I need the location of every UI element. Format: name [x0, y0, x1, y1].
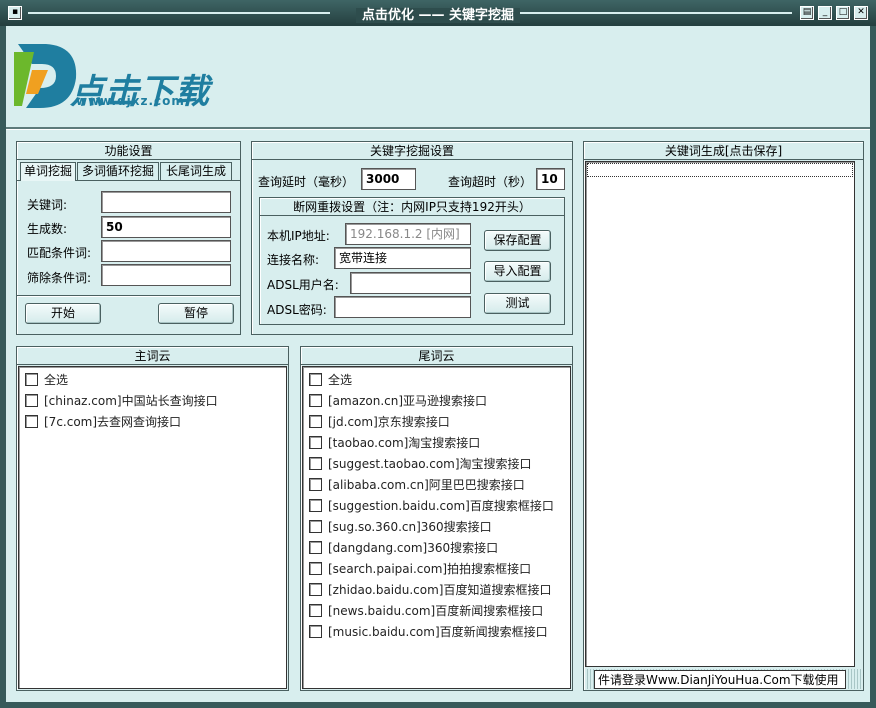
function-settings-panel: 功能设置 单词挖掘 多词循环挖掘 长尾词生成 关键词: 生成数: 50 匹配条件… — [16, 141, 241, 335]
adsl-user-input[interactable] — [350, 272, 471, 294]
tail-cloud-item[interactable]: [sug.so.360.cn]360搜索接口 — [309, 516, 492, 536]
checkbox[interactable] — [309, 414, 322, 428]
checkbox[interactable] — [309, 456, 322, 470]
match-label: 匹配条件词: — [27, 246, 92, 260]
checkbox[interactable] — [309, 498, 322, 512]
adsl-password-label: ADSL密码: — [267, 303, 327, 317]
match-input[interactable] — [101, 240, 231, 262]
title-bar[interactable]: ▪ 点击优化 —— 关键字挖掘 ▤ _ □ ✕ — [0, 0, 876, 26]
delay-label: 查询延时（毫秒） — [258, 175, 355, 189]
tab-single-word[interactable]: 单词挖掘 — [20, 162, 76, 181]
checkbox[interactable] — [309, 372, 322, 386]
connection-label: 连接名称: — [267, 253, 320, 267]
checkbox[interactable] — [309, 624, 322, 638]
result-list[interactable] — [585, 161, 855, 667]
tab-long-tail[interactable]: 长尾词生成 — [160, 162, 232, 180]
main-cloud-item[interactable]: [7c.com]去查网查询接口 — [25, 411, 181, 431]
redial-settings-title: 断网重拨设置（注：内网IP只支持192开头） — [260, 198, 564, 216]
keyword-result-panel: 关键词生成[点击保存] 件请登录Www.DianJiYouHua.Com下载使用 — [583, 141, 864, 691]
checkbox[interactable] — [309, 519, 322, 533]
mining-settings-panel: 关键字挖掘设置 查询延时（毫秒） 3000 查询超时（秒） 10 断网重拨设置（… — [251, 141, 573, 335]
test-button[interactable]: 测试 — [484, 293, 551, 314]
connection-input[interactable]: 宽带连接 — [334, 247, 471, 269]
maximize-icon[interactable]: □ — [836, 6, 850, 20]
adsl-user-label: ADSL用户名: — [267, 278, 339, 292]
tail-cloud-title: 尾词云 — [301, 347, 572, 365]
ip-label: 本机IP地址: — [267, 229, 330, 243]
tail-cloud-item[interactable]: [alibaba.com.cn]阿里巴巴搜索接口 — [309, 474, 525, 494]
checkbox[interactable] — [309, 582, 322, 596]
checkbox[interactable] — [25, 372, 38, 386]
checkbox[interactable] — [309, 561, 322, 575]
status-text: 件请登录Www.DianJiYouHua.Com下载使用 — [594, 670, 846, 689]
redial-settings-panel: 断网重拨设置（注：内网IP只支持192开头） 本机IP地址: 192.168.1… — [259, 197, 565, 325]
checkbox[interactable] — [25, 414, 38, 428]
tail-cloud-item[interactable]: [dangdang.com]360搜索接口 — [309, 537, 498, 557]
tail-cloud-item[interactable]: [jd.com]京东搜索接口 — [309, 411, 450, 431]
tail-cloud-item[interactable]: [suggestion.baidu.com]百度搜索框接口 — [309, 495, 554, 515]
tail-cloud-panel: 尾词云 全选 [amazon.cn]亚马逊搜索接口 [jd.com]京东搜索接口… — [300, 346, 573, 691]
checkbox[interactable] — [309, 477, 322, 491]
checkbox[interactable] — [309, 603, 322, 617]
tail-cloud-item[interactable]: [taobao.com]淘宝搜索接口 — [309, 432, 480, 452]
result-list-focus-row — [587, 163, 853, 177]
checkbox[interactable] — [309, 435, 322, 449]
rollup-icon[interactable]: ▤ — [800, 6, 814, 20]
tail-cloud-list: 全选 [amazon.cn]亚马逊搜索接口 [jd.com]京东搜索接口 [ta… — [302, 366, 571, 689]
pause-button[interactable]: 暂停 — [158, 303, 234, 324]
timeout-input[interactable]: 10 — [536, 168, 565, 190]
timeout-label: 查询超时（秒） — [448, 175, 533, 189]
filter-input[interactable] — [101, 264, 231, 286]
mining-settings-title: 关键字挖掘设置 — [252, 142, 572, 160]
client-area: 点击下载 www.djxz.com 功能设置 单词挖掘 多词循环挖掘 长尾词生成… — [6, 26, 870, 702]
tail-cloud-item[interactable]: [zhidao.baidu.com]百度知道搜索框接口 — [309, 579, 552, 599]
main-cloud-list: 全选 [chinaz.com]中国站长查询接口 [7c.com]去查网查询接口 — [18, 366, 287, 689]
main-cloud-item[interactable]: 全选 — [25, 369, 68, 389]
tail-cloud-item[interactable]: [search.paipai.com]拍拍搜索框接口 — [309, 558, 531, 578]
tab-multi-word-loop[interactable]: 多词循环挖掘 — [77, 162, 159, 180]
filter-label: 筛除条件词: — [27, 271, 92, 285]
ip-input[interactable]: 192.168.1.2 [内网] — [345, 223, 471, 245]
main-cloud-panel: 主词云 全选 [chinaz.com]中国站长查询接口 [7c.com]去查网查… — [16, 346, 289, 691]
save-config-button[interactable]: 保存配置 — [484, 230, 551, 251]
checkbox[interactable] — [309, 393, 322, 407]
tail-cloud-item[interactable]: [news.baidu.com]百度新闻搜索框接口 — [309, 600, 543, 620]
window-title: 点击优化 —— 关键字挖掘 — [355, 8, 521, 23]
tail-cloud-item[interactable]: [amazon.cn]亚马逊搜索接口 — [309, 390, 487, 410]
logo-area: 点击下载 www.djxz.com — [6, 26, 870, 129]
function-settings-title: 功能设置 — [17, 142, 240, 160]
close-icon[interactable]: ✕ — [854, 6, 868, 20]
checkbox[interactable] — [25, 393, 38, 407]
app-window: ▪ 点击优化 —— 关键字挖掘 ▤ _ □ ✕ 点击下载 www.djxz.co… — [0, 0, 876, 708]
adsl-password-input[interactable] — [334, 296, 471, 318]
main-cloud-item[interactable]: [chinaz.com]中国站长查询接口 — [25, 390, 218, 410]
count-label: 生成数: — [27, 222, 68, 236]
keyword-input[interactable] — [101, 191, 231, 213]
tail-cloud-item[interactable]: [music.baidu.com]百度新闻搜索框接口 — [309, 621, 548, 641]
count-input[interactable]: 50 — [101, 216, 231, 238]
main-cloud-title: 主词云 — [17, 347, 288, 365]
keyword-label: 关键词: — [27, 198, 68, 212]
delay-input[interactable]: 3000 — [361, 168, 416, 190]
start-button[interactable]: 开始 — [25, 303, 101, 324]
import-config-button[interactable]: 导入配置 — [484, 261, 551, 282]
logo-url: www.djxz.com — [76, 94, 185, 108]
checkbox[interactable] — [309, 540, 322, 554]
tail-cloud-item[interactable]: [suggest.taobao.com]淘宝搜索接口 — [309, 453, 532, 473]
result-panel-title[interactable]: 关键词生成[点击保存] — [584, 142, 863, 160]
minimize-icon[interactable]: _ — [818, 6, 832, 20]
tail-cloud-item[interactable]: 全选 — [309, 369, 352, 389]
